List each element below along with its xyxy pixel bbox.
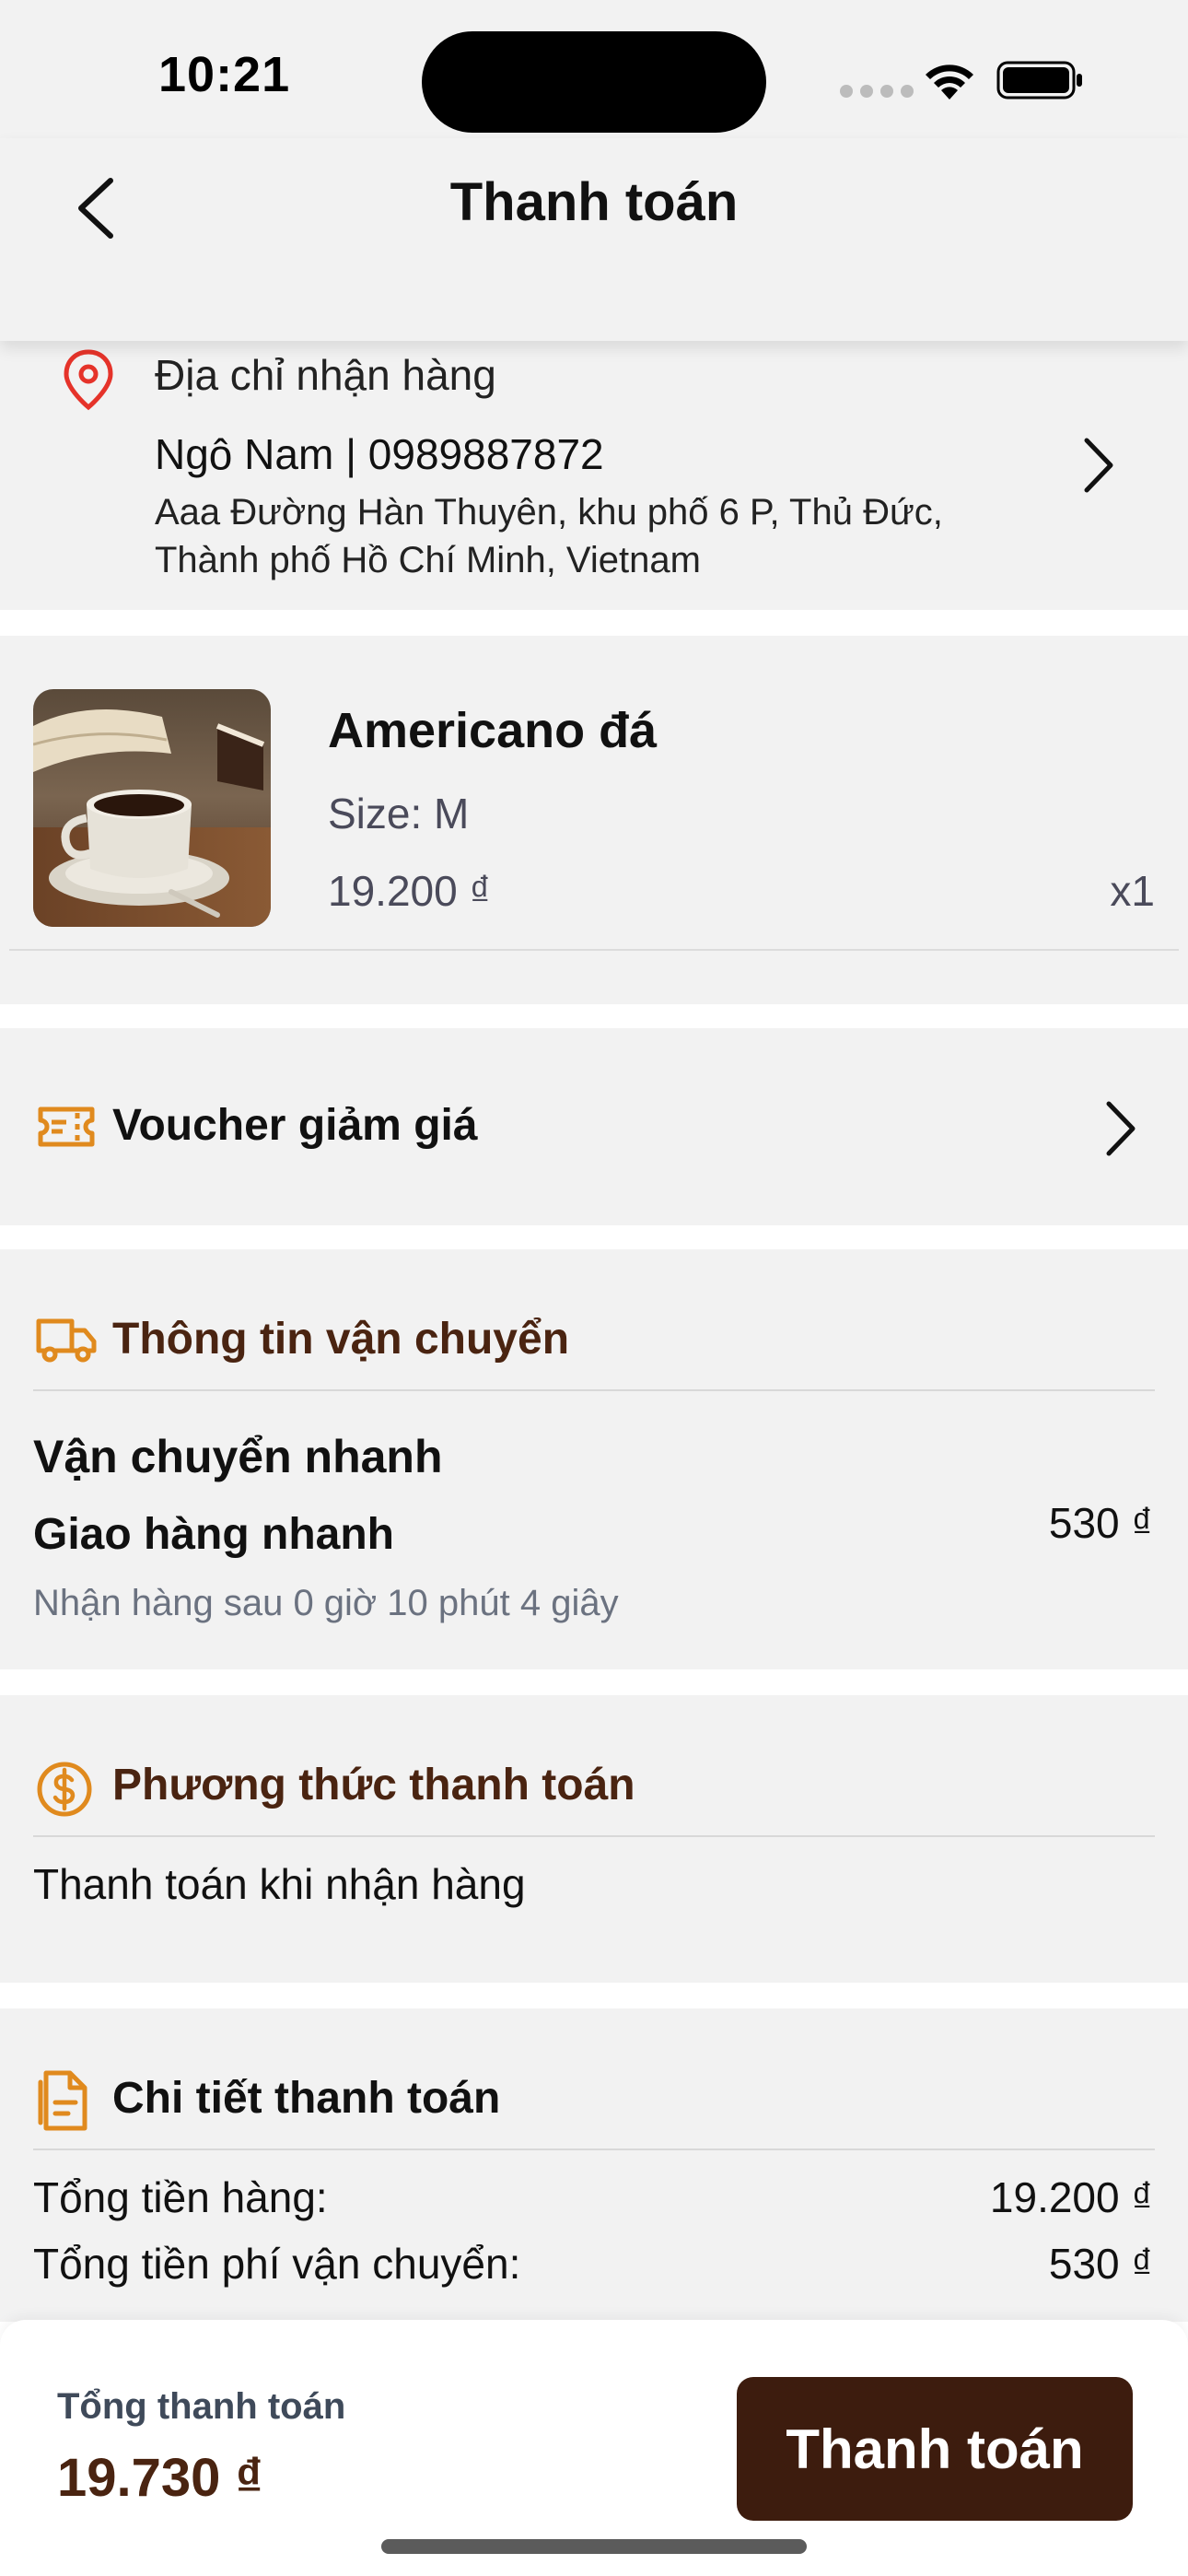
navigation-bar: Thanh toán xyxy=(0,138,1188,341)
shipping-info-section: Thông tin vận chuyển Vận chuyển nhanh Gi… xyxy=(0,1249,1188,1669)
dollar-circle-icon xyxy=(37,1762,92,1817)
detail-value: 19.200 ₫ xyxy=(989,2173,1153,2221)
detail-label: Tổng tiền phí vận chuyển: xyxy=(33,2240,521,2288)
chevron-right-icon[interactable] xyxy=(1077,433,1120,498)
checkout-footer: Tổng thanh toán 19.730 ₫ Thanh toán xyxy=(0,2320,1188,2576)
status-bar: 10:21 xyxy=(0,0,1188,138)
page-title: Thanh toán xyxy=(449,172,739,232)
total-label: Tổng thanh toán xyxy=(57,2386,346,2427)
document-icon xyxy=(38,2070,87,2131)
payment-method-value: Thanh toán khi nhận hàng xyxy=(33,1860,526,1908)
voucher-row[interactable]: Voucher giảm giá xyxy=(0,1028,1188,1225)
detail-row-shipping: Tổng tiền phí vận chuyển: 530 ₫ xyxy=(33,2239,1153,2289)
ticket-icon xyxy=(38,1107,95,1147)
status-time: 10:21 xyxy=(158,47,291,102)
shipping-method: Vận chuyển nhanh xyxy=(33,1431,443,1482)
divider xyxy=(33,1389,1155,1391)
detail-value: 530 ₫ xyxy=(1048,2240,1153,2288)
shipping-fee: 530 ₫ xyxy=(1048,1499,1153,1547)
address-label: Địa chỉ nhận hàng xyxy=(155,351,496,399)
divider xyxy=(9,949,1179,951)
payment-method-section[interactable]: Phương thức thanh toán Thanh toán khi nh… xyxy=(0,1695,1188,1983)
payment-details-section: Chi tiết thanh toán Tổng tiền hàng: 19.2… xyxy=(0,2008,1188,2322)
battery-icon xyxy=(996,61,1082,100)
shipping-eta: Nhận hàng sau 0 giờ 10 phút 4 giây xyxy=(33,1583,619,1623)
wifi-icon xyxy=(926,64,973,100)
location-pin-icon xyxy=(64,349,113,411)
total-value: 19.730 ₫ xyxy=(57,2448,263,2508)
cellular-signal-icon xyxy=(840,85,914,98)
shipping-title: Thông tin vận chuyển xyxy=(112,1315,570,1364)
voucher-label: Voucher giảm giá xyxy=(112,1101,478,1150)
detail-label: Tổng tiền hàng: xyxy=(33,2173,328,2221)
payment-title: Phương thức thanh toán xyxy=(112,1761,635,1809)
recipient-name-phone: Ngô Nam | 0989887872 xyxy=(155,430,604,478)
product-name: Americano đá xyxy=(328,703,658,758)
truck-icon xyxy=(36,1318,97,1363)
product-price: 19.200 ₫ xyxy=(328,867,492,915)
divider xyxy=(33,2149,1155,2150)
product-size: Size: M xyxy=(328,790,470,837)
shipping-carrier: Giao hàng nhanh xyxy=(33,1510,394,1559)
checkout-content[interactable]: Địa chỉ nhận hàng Ngô Nam | 0989887872 A… xyxy=(0,341,1188,2322)
address-line: Aaa Đường Hàn Thuyên, khu phố 6 P, Thủ Đ… xyxy=(155,492,943,580)
checkout-button[interactable]: Thanh toán xyxy=(737,2377,1133,2521)
dynamic-island xyxy=(422,31,766,133)
product-quantity: x1 xyxy=(1110,867,1155,915)
divider xyxy=(33,1835,1155,1837)
payment-details-title: Chi tiết thanh toán xyxy=(112,2074,501,2123)
detail-row-subtotal: Tổng tiền hàng: 19.200 ₫ xyxy=(33,2172,1153,2222)
delivery-address-section[interactable]: Địa chỉ nhận hàng Ngô Nam | 0989887872 A… xyxy=(0,341,1188,610)
product-image xyxy=(33,689,271,927)
home-indicator[interactable] xyxy=(381,2539,807,2554)
chevron-right-icon xyxy=(1106,1101,1136,1156)
